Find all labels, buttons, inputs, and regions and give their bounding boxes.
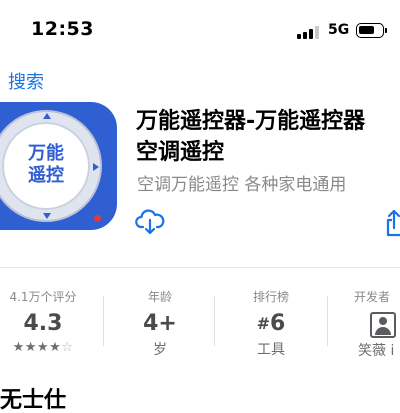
ratings-label: 4.1万个评分 (9, 290, 77, 304)
led-dot-icon (94, 215, 101, 222)
rank-label: 排行榜 (252, 290, 289, 304)
age-label: 年龄 (147, 290, 172, 304)
app-title: 万能遥控器-万能遥控器 空调遥控 (136, 106, 400, 168)
back-button[interactable]: 搜索 (8, 68, 44, 94)
rank-hash: # (256, 314, 271, 333)
ratings-value: 4.3 (23, 311, 63, 336)
status-bar: 12:53 5G (0, 0, 400, 62)
signal-icon (297, 26, 319, 39)
arrow-down-icon (43, 213, 51, 219)
arrow-up-icon (43, 113, 51, 119)
icon-text-line2: 遥控 (28, 165, 64, 186)
developer-avatar-icon (370, 312, 396, 338)
share-icon[interactable] (383, 208, 400, 238)
section-heading: 无士仕 (0, 388, 67, 413)
remote-center: 万能 遥控 (2, 122, 90, 210)
app-title-line1: 万能遥控器-万能遥控器 (136, 109, 366, 134)
age-value: 4+ (143, 311, 177, 336)
star-rating: ★★★★☆ (0, 340, 86, 355)
rank-value: #6 (231, 311, 311, 337)
rank-category: 工具 (257, 342, 285, 358)
stat-age: 年龄 4+ 岁 (120, 288, 200, 359)
developer-label: 开发者 (354, 290, 391, 304)
status-time: 12:53 (31, 18, 94, 40)
battery-icon (356, 23, 387, 38)
age-unit: 岁 (153, 342, 167, 358)
remote-ring-icon: 万能 遥控 (0, 110, 102, 222)
app-icon: 万能 遥控 (0, 102, 117, 230)
stars-empty: ☆ (61, 340, 74, 355)
developer-name: 笑薇 i (358, 343, 395, 359)
icon-text-line1: 万能 (28, 143, 64, 164)
network-label: 5G (328, 22, 350, 38)
stat-separator (327, 296, 328, 346)
stat-developer[interactable]: 开发者 笑薇 i (344, 288, 400, 360)
stat-separator (214, 296, 215, 346)
cloud-download-icon[interactable] (135, 207, 165, 237)
arrow-right-icon (93, 163, 99, 171)
app-subtitle: 空调万能遥控 各种家电通用 (137, 175, 347, 195)
rank-number: 6 (270, 311, 286, 336)
app-title-line2: 空调遥控 (136, 140, 225, 165)
stat-separator (103, 296, 104, 346)
stat-ratings: 4.1万个评分 4.3 ★★★★☆ (0, 288, 86, 355)
stars-filled: ★★★★ (12, 340, 62, 355)
divider (0, 267, 400, 268)
stat-rank: 排行榜 #6 工具 (231, 288, 311, 359)
